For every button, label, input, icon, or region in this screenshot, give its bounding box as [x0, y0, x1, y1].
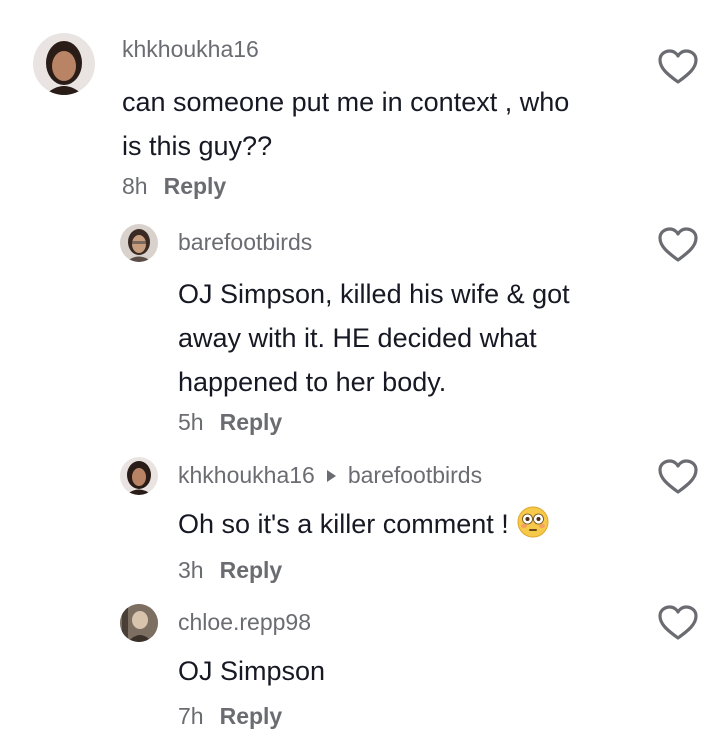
comment-text: can someone put me in context , who is t… [122, 80, 642, 168]
reply-button[interactable]: Reply [164, 173, 227, 199]
comment-text-line: OJ Simpson, killed his wife & got [178, 279, 570, 309]
triangle-right-icon [326, 469, 336, 482]
heart-icon[interactable] [657, 604, 699, 642]
avatar[interactable] [120, 604, 158, 642]
username-label: khkhoukha16 [178, 462, 315, 488]
reply-button[interactable]: Reply [220, 703, 283, 729]
comment-text: OJ Simpson [178, 649, 638, 693]
heart-icon[interactable] [657, 226, 699, 264]
heart-icon[interactable] [657, 48, 699, 86]
avatar[interactable] [33, 33, 95, 95]
comment-meta: 7h Reply [178, 703, 282, 730]
comment-text-line: away with it. HE decided what [178, 323, 537, 353]
avatar[interactable] [120, 224, 158, 262]
comment-text: OJ Simpson, killed his wife & got away w… [178, 272, 638, 404]
comment-username[interactable]: barefootbirds [178, 229, 312, 256]
comment-time: 3h [178, 557, 204, 583]
avatar[interactable] [120, 457, 158, 495]
comment-text-line: OJ Simpson [178, 656, 326, 686]
username-label: khkhoukha16 [122, 36, 259, 62]
comment-time: 8h [122, 173, 148, 199]
comment-meta: 8h Reply [122, 173, 226, 200]
username-label: chloe.repp98 [178, 609, 311, 635]
comment-time: 7h [178, 703, 204, 729]
comment-text-line: can someone put me in context , who [122, 87, 570, 117]
username-label: barefootbirds [178, 229, 313, 255]
comment-text-line: Oh so it's a killer comment ! [178, 509, 509, 539]
comment-meta: 3h Reply [178, 557, 282, 584]
comment-username[interactable]: khkhoukha16 [122, 36, 259, 63]
comment-username[interactable]: khkhoukha16 barefootbirds [178, 462, 482, 489]
reply-button[interactable]: Reply [220, 557, 283, 583]
comment-time: 5h [178, 409, 204, 435]
comment-text-line: happened to her body. [178, 367, 447, 397]
reply-to-username[interactable]: barefootbirds [348, 462, 482, 489]
comment-text-line: is this guy?? [122, 131, 273, 161]
flushed-face-icon [517, 506, 549, 538]
comment-meta: 5h Reply [178, 409, 282, 436]
comment-username[interactable]: chloe.repp98 [178, 609, 311, 636]
heart-icon[interactable] [657, 458, 699, 496]
reply-button[interactable]: Reply [220, 409, 283, 435]
comment-text: Oh so it's a killer comment ! [178, 502, 638, 546]
